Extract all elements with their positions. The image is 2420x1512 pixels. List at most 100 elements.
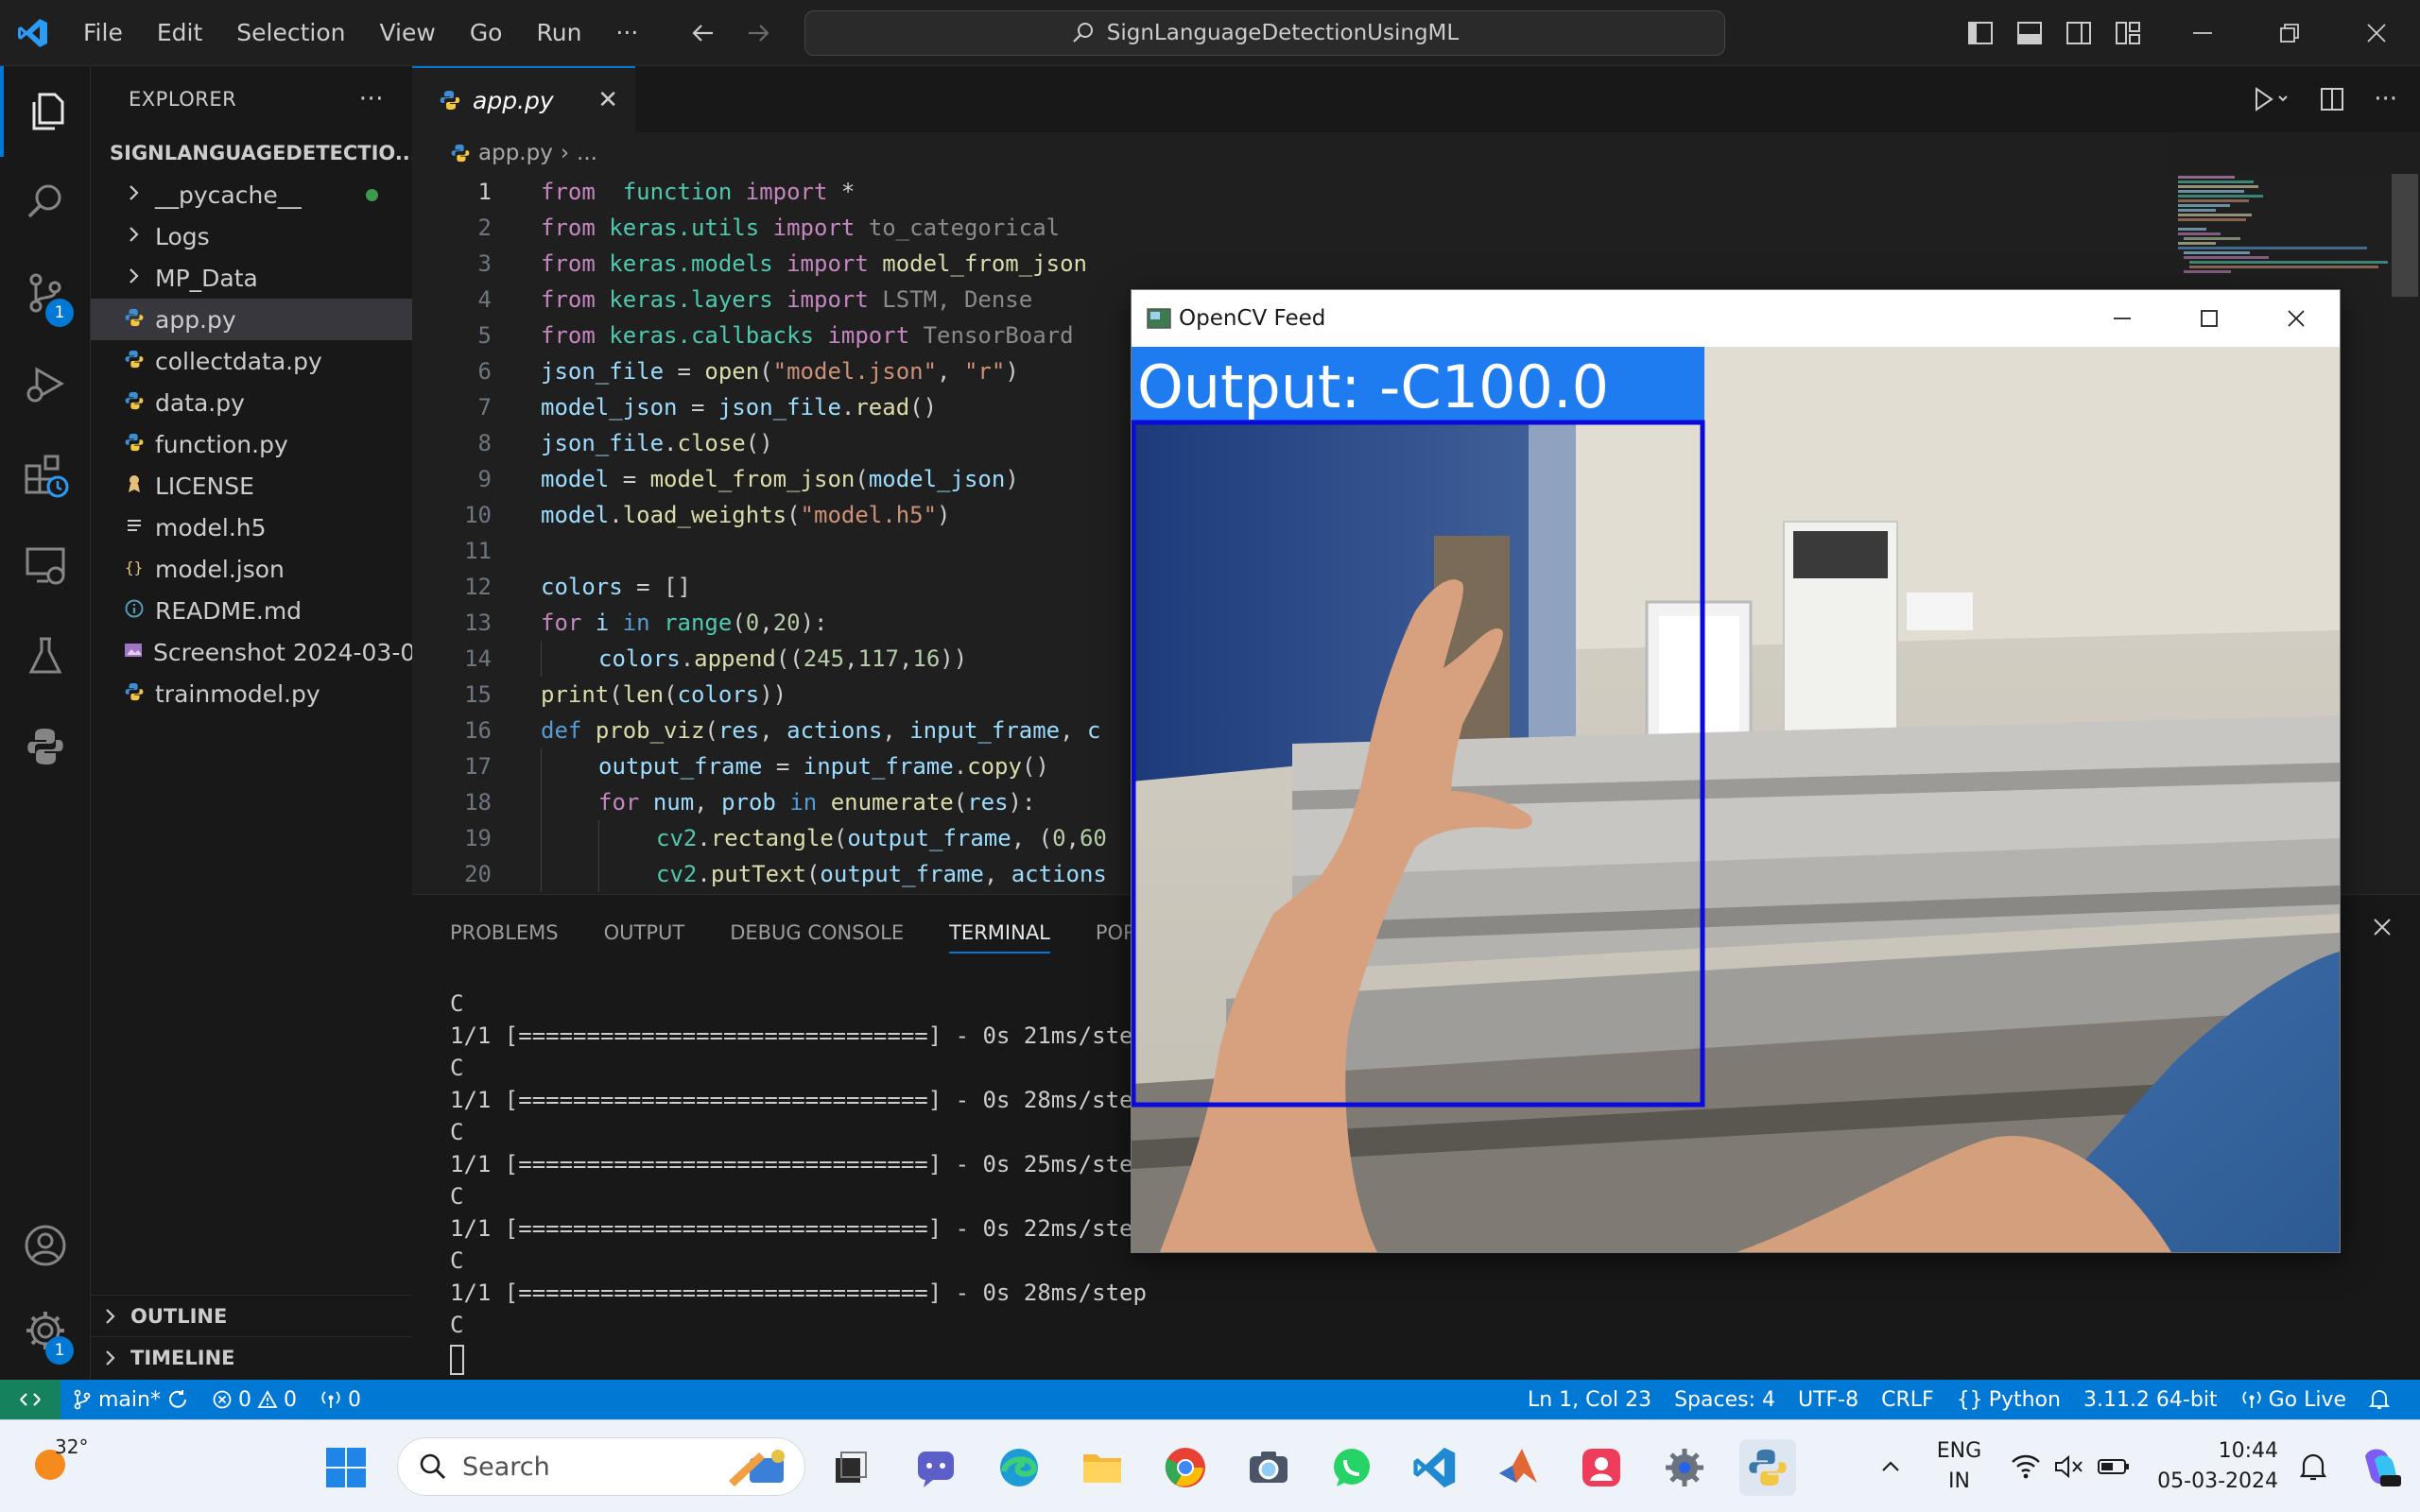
menu-file[interactable]: File bbox=[66, 0, 140, 66]
menu-go[interactable]: Go bbox=[453, 0, 520, 66]
task-view-button[interactable] bbox=[822, 1439, 879, 1496]
search-activity[interactable] bbox=[0, 157, 91, 248]
toggle-panel-icon[interactable] bbox=[2015, 19, 2044, 47]
settings-button[interactable] bbox=[1656, 1439, 1713, 1496]
folder-logs[interactable]: Logs bbox=[91, 215, 412, 257]
close-button[interactable] bbox=[2333, 0, 2420, 66]
tab-debug-console[interactable]: DEBUG CONSOLE bbox=[730, 921, 904, 944]
file-app-py[interactable]: app.py bbox=[91, 299, 412, 340]
weather-widget[interactable]: 32° bbox=[13, 1434, 89, 1490]
explorer-activity[interactable] bbox=[0, 66, 91, 157]
clock[interactable]: 10:44 05-03-2024 bbox=[2157, 1436, 2278, 1497]
end-of-line[interactable]: CRLF bbox=[1870, 1388, 1945, 1412]
timeline-section[interactable]: TIMELINE bbox=[91, 1336, 412, 1378]
restore-button[interactable] bbox=[2246, 0, 2333, 66]
camera-app-button[interactable] bbox=[1240, 1439, 1297, 1496]
ports-indicator[interactable]: 0 bbox=[308, 1388, 372, 1412]
run-python-file-icon[interactable] bbox=[2253, 86, 2290, 112]
tab-problems[interactable]: PROBLEMS bbox=[450, 921, 559, 944]
file-screenshot-2024-03-0[interactable]: Screenshot 2024-03-0... bbox=[91, 631, 412, 673]
remote-explorer-activity[interactable] bbox=[0, 520, 91, 610]
minimize-button[interactable] bbox=[2159, 0, 2246, 66]
edge-button[interactable] bbox=[991, 1439, 1047, 1496]
taskbar-search[interactable]: Search bbox=[397, 1437, 805, 1496]
copilot-icon[interactable] bbox=[2356, 1443, 2403, 1490]
menu-edit[interactable]: Edit bbox=[140, 0, 219, 66]
notification-icon[interactable] bbox=[2297, 1451, 2329, 1483]
chevron-up-icon[interactable] bbox=[1878, 1454, 1903, 1479]
language-mode[interactable]: {} Python bbox=[1945, 1388, 2072, 1412]
file-explorer-button[interactable] bbox=[1074, 1439, 1131, 1496]
code-token: 0 bbox=[1052, 825, 1066, 851]
breadcrumb-symbol[interactable]: ... bbox=[577, 141, 597, 165]
matlab-button[interactable] bbox=[1490, 1439, 1547, 1496]
code-token: ) bbox=[1005, 466, 1019, 492]
editor-scrollbar[interactable] bbox=[2392, 174, 2418, 297]
python-taskbar-button[interactable] bbox=[1739, 1439, 1796, 1496]
menu-more[interactable]: ··· bbox=[598, 0, 655, 66]
file-model-json[interactable]: {} model.json bbox=[91, 548, 412, 590]
toggle-secondary-sidebar-icon[interactable] bbox=[2065, 19, 2093, 47]
sync-icon[interactable] bbox=[166, 1388, 189, 1411]
volume-muted-icon[interactable] bbox=[2053, 1452, 2085, 1481]
go-live-button[interactable]: Go Live bbox=[2229, 1388, 2358, 1412]
cursor-position[interactable]: Ln 1, Col 23 bbox=[1516, 1388, 1663, 1412]
split-editor-icon[interactable] bbox=[2319, 86, 2345, 112]
opencv-close-button[interactable] bbox=[2253, 290, 2340, 347]
workspace-folder[interactable]: SIGNLANGUAGEDETECTIO... bbox=[91, 132, 418, 174]
outline-section[interactable]: OUTLINE bbox=[91, 1295, 412, 1336]
toggle-primary-sidebar-icon[interactable] bbox=[1966, 19, 1995, 47]
file-trainmodel-py[interactable]: trainmodel.py bbox=[91, 673, 412, 714]
source-control-activity[interactable]: 1 bbox=[0, 248, 91, 338]
tab-app-py[interactable]: app.py ✕ bbox=[412, 66, 635, 132]
tab-close-icon[interactable]: ✕ bbox=[597, 86, 618, 114]
opencv-titlebar[interactable]: OpenCV Feed bbox=[1132, 290, 2340, 347]
folder-mp-data[interactable]: MP_Data bbox=[91, 257, 412, 299]
arrow-left-icon[interactable] bbox=[690, 20, 717, 46]
teams-chat-button[interactable] bbox=[908, 1439, 964, 1496]
vscode-taskbar-button[interactable] bbox=[1407, 1439, 1463, 1496]
testing-activity[interactable] bbox=[0, 610, 91, 701]
run-debug-activity[interactable] bbox=[0, 338, 91, 429]
editor-more-icon[interactable]: ··· bbox=[2374, 85, 2397, 113]
accounts-activity[interactable] bbox=[0, 1200, 91, 1291]
indentation[interactable]: Spaces: 4 bbox=[1663, 1388, 1787, 1412]
input-language[interactable]: ENG IN bbox=[1937, 1436, 1981, 1497]
notifications-button[interactable] bbox=[2358, 1388, 2401, 1411]
extensions-activity[interactable] bbox=[0, 429, 91, 520]
folder-pycache[interactable]: __pycache__ bbox=[91, 174, 412, 215]
wifi-icon[interactable] bbox=[2010, 1452, 2042, 1481]
python-interpreter[interactable]: 3.11.2 64-bit bbox=[2072, 1388, 2229, 1412]
chrome-button[interactable] bbox=[1157, 1439, 1214, 1496]
menu-selection[interactable]: Selection bbox=[219, 0, 362, 66]
breadcrumb-file[interactable]: app.py bbox=[478, 141, 553, 165]
battery-icon[interactable] bbox=[2097, 1452, 2131, 1481]
file-collectdata-py[interactable]: collectdata.py bbox=[91, 340, 412, 382]
remote-indicator[interactable] bbox=[0, 1380, 60, 1419]
branch-indicator[interactable]: main* bbox=[60, 1388, 200, 1412]
opencv-minimize-button[interactable] bbox=[2079, 290, 2166, 347]
file-function-py[interactable]: function.py bbox=[91, 423, 412, 465]
tab-output[interactable]: OUTPUT bbox=[604, 921, 685, 944]
explorer-more-button[interactable]: ··· bbox=[359, 85, 384, 113]
tab-terminal[interactable]: TERMINAL bbox=[949, 921, 1050, 954]
menu-run[interactable]: Run bbox=[519, 0, 598, 66]
panel-close-icon[interactable] bbox=[2371, 916, 2394, 942]
command-center-search[interactable]: SignLanguageDetectionUsingML bbox=[804, 10, 1725, 56]
manage-activity[interactable]: 1 bbox=[0, 1285, 91, 1376]
arrow-right-icon[interactable] bbox=[745, 20, 771, 46]
opencv-maximize-button[interactable] bbox=[2166, 290, 2253, 347]
encoding[interactable]: UTF-8 bbox=[1787, 1388, 1870, 1412]
photo-app-button[interactable] bbox=[1573, 1439, 1630, 1496]
file-readme-md[interactable]: README.md bbox=[91, 590, 412, 631]
whatsapp-button[interactable] bbox=[1323, 1439, 1380, 1496]
problems-indicator[interactable]: 0 0 bbox=[200, 1388, 308, 1412]
python-activity[interactable] bbox=[0, 701, 91, 792]
task-view-icon bbox=[836, 1452, 867, 1483]
file-license[interactable]: LICENSE bbox=[91, 465, 412, 507]
file-data-py[interactable]: data.py bbox=[91, 382, 412, 423]
file-model-h5[interactable]: model.h5 bbox=[91, 507, 412, 548]
start-button[interactable] bbox=[318, 1439, 374, 1496]
menu-view[interactable]: View bbox=[362, 0, 452, 66]
customize-layout-icon[interactable] bbox=[2114, 19, 2142, 47]
